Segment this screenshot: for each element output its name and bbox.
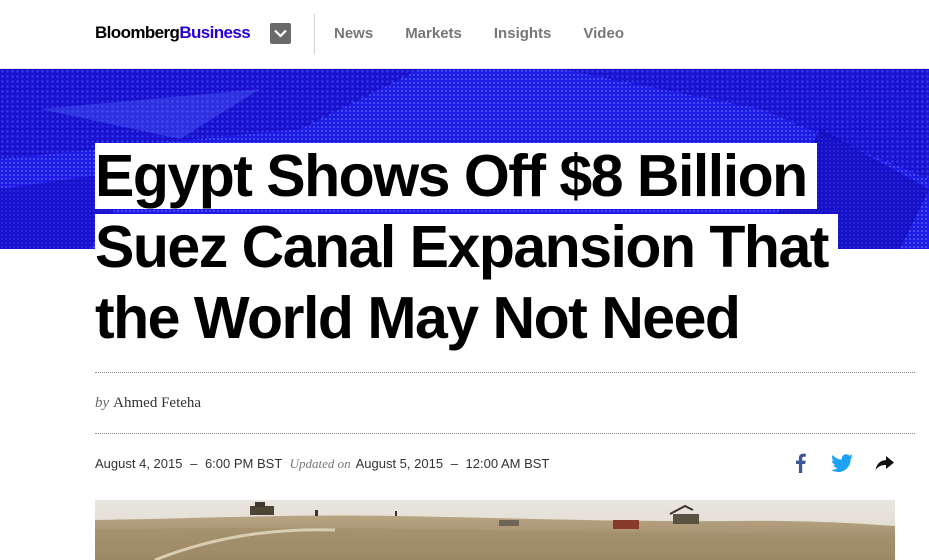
- updated-time: 12:00 AM BST: [465, 456, 550, 471]
- site-header: BloombergBusiness News Markets Insights …: [0, 0, 929, 69]
- share-arrow-icon: [875, 456, 894, 470]
- updated-date: August 5, 2015: [355, 456, 444, 471]
- menu-toggle-button[interactable]: [270, 23, 291, 44]
- logo-brand: Bloomberg: [95, 23, 180, 42]
- dateline-dash: –: [190, 456, 198, 471]
- nav-insights[interactable]: Insights: [494, 25, 552, 42]
- byline: by Ahmed Feteha: [95, 395, 201, 412]
- header-divider: [314, 14, 315, 54]
- suez-canal-photo: [95, 500, 895, 560]
- nav-video[interactable]: Video: [583, 25, 624, 42]
- published-date: August 4, 2015: [95, 456, 183, 471]
- headline-line-3: the World May Not Need: [95, 285, 750, 351]
- facebook-icon: [796, 453, 806, 473]
- chevron-down-icon: [274, 29, 287, 38]
- headline-line-2: Suez Canal Expansion That: [95, 214, 838, 280]
- headline-line-1: Egypt Shows Off $8 Billion: [95, 143, 817, 209]
- dateline: August 4, 2015 – 6:00 PM BST Updated on …: [95, 456, 549, 472]
- nav-markets[interactable]: Markets: [405, 25, 462, 42]
- logo-section: Business: [179, 23, 251, 42]
- bloomberg-business-logo[interactable]: BloombergBusiness: [95, 23, 251, 43]
- updated-label: Updated on: [289, 456, 351, 471]
- forward-share-button[interactable]: [872, 450, 898, 476]
- author-link[interactable]: Ahmed Feteha: [113, 395, 201, 411]
- published-time: 6:00 PM BST: [204, 456, 283, 471]
- facebook-share-button[interactable]: [788, 450, 814, 476]
- byline-top-rule: [95, 372, 915, 373]
- article-lead-photo: [95, 500, 895, 560]
- twitter-icon: [831, 454, 853, 472]
- byline-prefix: by: [95, 395, 110, 411]
- nav-news[interactable]: News: [334, 25, 373, 42]
- twitter-share-button[interactable]: [829, 450, 855, 476]
- main-nav: News Markets Insights Video: [334, 25, 656, 42]
- dateline-dash: –: [450, 456, 458, 471]
- article-headline: Egypt Shows Off $8 Billion Suez Canal Exp…: [95, 141, 855, 354]
- byline-bottom-rule: [95, 433, 915, 434]
